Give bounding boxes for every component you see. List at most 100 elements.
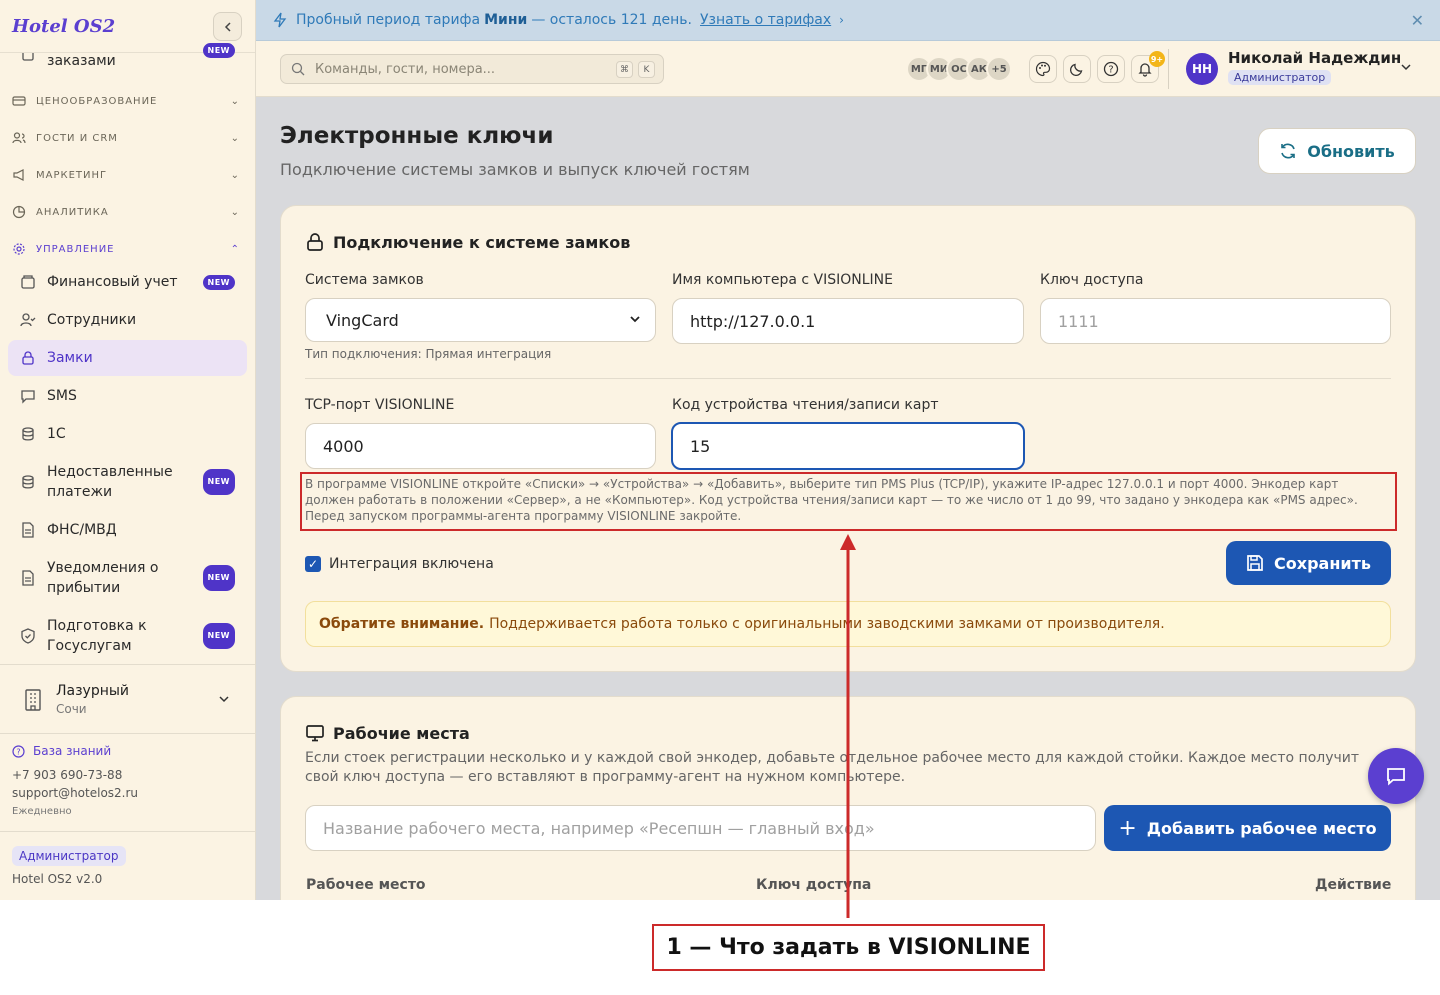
connection-type-hint: Тип подключения: Прямая интеграция: [305, 347, 552, 361]
app-window: Hotel OS2 заказами NEW ЦЕНООБРАЗОВАНИЕ ⌄…: [0, 0, 1440, 900]
card-title-text: Подключение к системе замков: [333, 232, 631, 252]
section-label: УПРАВЛЕНИЕ: [36, 243, 115, 255]
column-header-action: Действие: [1315, 877, 1392, 893]
brand-logo[interactable]: Hotel OS2: [12, 16, 115, 37]
sidebar-item-fns-mvd[interactable]: ФНС/МВД: [8, 512, 247, 548]
refresh-label: Обновить: [1307, 141, 1395, 161]
section-analytics[interactable]: АНАЛИТИКА ⌄: [12, 202, 244, 222]
chat-button[interactable]: [1368, 748, 1424, 804]
support-phone[interactable]: +7 903 690-73-88: [12, 768, 122, 782]
support-email[interactable]: support@hotelos2.ru: [12, 786, 138, 800]
help-button[interactable]: ?: [1097, 55, 1125, 83]
lock-system-value: VingCard: [326, 310, 399, 330]
computer-name-input[interactable]: http://127.0.0.1: [672, 298, 1024, 344]
sidebar-item-arrival-notifications[interactable]: Уведомления о прибытии NEW: [8, 550, 247, 606]
computer-name-value: http://127.0.0.1: [690, 311, 816, 331]
chevron-right-icon: ›: [839, 13, 844, 27]
sidebar-item-undelivered-payments[interactable]: Недоставленные платежи NEW: [8, 454, 247, 510]
message-icon: [21, 390, 35, 404]
sidebar-item-finance[interactable]: Финансовый учет NEW: [8, 264, 247, 300]
lock-system-label: Система замков: [305, 272, 424, 288]
save-label: Сохранить: [1274, 553, 1371, 573]
chevron-left-icon: [224, 21, 231, 32]
workplaces-description: Если стоек регистрации несколько и у каж…: [305, 750, 1360, 785]
sidebar-item-label: Финансовый учет: [47, 274, 178, 290]
integration-toggle[interactable]: ✓ Интеграция включена: [305, 556, 494, 572]
user-avatar[interactable]: НН: [1186, 53, 1218, 85]
lock-connection-card: Подключение к системе замков Система зам…: [280, 205, 1416, 672]
knowledge-base-label: База знаний: [33, 744, 112, 758]
chevron-down-icon: [629, 313, 641, 328]
refresh-icon: [1281, 143, 1296, 159]
access-key-placeholder: 1111: [1058, 311, 1099, 331]
command-search[interactable]: Команды, гости, номера... ⌘ K: [280, 54, 664, 84]
chevron-down-icon: ⌄: [230, 206, 240, 218]
checkbox-checked-icon[interactable]: ✓: [305, 556, 321, 572]
chevron-down-icon: ⌄: [230, 132, 240, 144]
workplace-name-placeholder: Название рабочего места, например «Ресеп…: [323, 818, 875, 838]
knowledge-base-link[interactable]: ? База знаний: [12, 744, 111, 758]
new-badge: NEW: [202, 623, 235, 649]
chevron-down-icon[interactable]: [1400, 61, 1412, 76]
dark-mode-button[interactable]: [1063, 55, 1091, 83]
workplace-name-input[interactable]: Название рабочего места, например «Ресеп…: [305, 805, 1096, 851]
pricing-link[interactable]: Узнать о тарифах: [700, 12, 831, 28]
section-pricing[interactable]: ЦЕНООБРАЗОВАНИЕ ⌄: [12, 91, 244, 111]
sidebar-item-label: Подготовка к Госуслугам: [47, 618, 147, 654]
lock-system-select[interactable]: VingCard: [305, 298, 656, 342]
access-key-input[interactable]: 1111: [1040, 298, 1391, 344]
notice-banner: Обратите внимание. Поддерживается работа…: [305, 601, 1391, 647]
save-icon: [1247, 555, 1263, 571]
section-marketing[interactable]: МАРКЕТИНГ ⌄: [12, 165, 244, 185]
tcp-port-input[interactable]: 4000: [305, 423, 656, 469]
workplaces-card: Рабочие места Если стоек регистрации нес…: [280, 696, 1416, 900]
banner-plan: Мини: [484, 12, 528, 28]
building-icon: [25, 689, 41, 711]
chevron-down-icon: ⌄: [230, 169, 240, 181]
notifications-button[interactable]: 9+: [1131, 51, 1165, 83]
sidebar-item-orders[interactable]: заказами NEW: [8, 43, 247, 76]
section-label: ГОСТИ И CRM: [36, 132, 118, 144]
section-label: АНАЛИТИКА: [36, 206, 109, 218]
sidebar-item-sms[interactable]: SMS: [8, 378, 247, 414]
sidebar-item-gosuslugi[interactable]: Подготовка к Госуслугам NEW: [8, 608, 247, 664]
divider: [0, 831, 255, 832]
save-button[interactable]: Сохранить: [1226, 541, 1391, 585]
chat-icon: [1387, 768, 1405, 786]
annotation-highlight-box: [300, 472, 1397, 531]
chevron-down-icon: [218, 693, 230, 708]
sidebar-item-1c[interactable]: 1С: [8, 416, 247, 452]
hotel-switcher[interactable]: Лазурный Сочи: [12, 683, 244, 723]
theme-palette-button[interactable]: [1029, 55, 1057, 83]
sidebar-item-locks[interactable]: Замки: [8, 340, 247, 376]
plus-icon: +: [1118, 815, 1137, 841]
close-icon[interactable]: ✕: [1411, 11, 1424, 30]
hotel-name: Лазурный: [56, 683, 130, 699]
new-badge: NEW: [202, 43, 235, 58]
kbd-cmd: ⌘: [616, 61, 633, 78]
divider: [1168, 49, 1169, 89]
monitor-icon: [306, 725, 324, 742]
section-guests-crm[interactable]: ГОСТИ И CRM ⌄: [12, 128, 244, 148]
collapse-sidebar-button[interactable]: [213, 12, 242, 41]
user-name[interactable]: Николай Надеждин: [1228, 49, 1401, 67]
top-header: Команды, гости, номера... ⌘ K МГ МИ ОС А…: [256, 41, 1440, 97]
add-workplace-button[interactable]: + Добавить рабочее место: [1104, 805, 1391, 851]
avatar-more[interactable]: +5: [986, 56, 1012, 82]
new-badge: NEW: [202, 274, 235, 290]
search-icon: [291, 62, 305, 76]
add-workplace-label: Добавить рабочее место: [1146, 818, 1377, 838]
tcp-port-value: 4000: [323, 436, 364, 456]
lock-icon: [307, 233, 323, 251]
sidebar-item-staff[interactable]: Сотрудники: [8, 302, 247, 338]
annotation-label: 1 — Что задать в VISIONLINE: [652, 924, 1045, 971]
kbd-k: K: [638, 61, 655, 78]
user-check-icon: [20, 313, 36, 327]
encoder-code-input[interactable]: 15: [671, 422, 1025, 470]
sidebar-item-label: Недоставленные платежи: [47, 464, 173, 500]
sidebar-item-label: Сотрудники: [47, 312, 137, 328]
section-management[interactable]: УПРАВЛЕНИЕ ⌃: [12, 239, 244, 259]
help-circle-icon: ?: [1103, 61, 1119, 77]
refresh-button[interactable]: Обновить: [1258, 128, 1416, 174]
database-icon: [22, 475, 34, 489]
